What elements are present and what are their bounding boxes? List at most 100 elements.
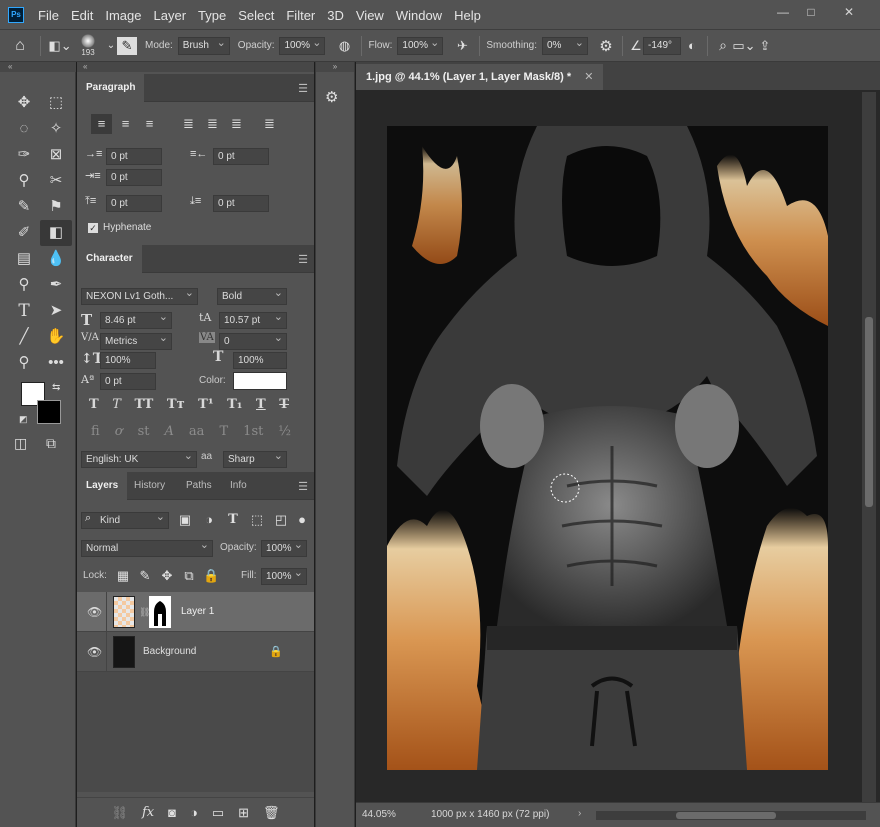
close-window-button[interactable]: ✕ [840,5,858,19]
blur-tool-icon[interactable]: 💧 [40,246,72,272]
chevron-down-icon[interactable]: ⌄ [105,40,117,51]
fractions-button[interactable]: ½ [278,424,291,439]
lasso-tool-icon[interactable]: ◌ [8,116,40,142]
align-right-icon[interactable]: ≡ [139,114,160,134]
panel-menu-icon[interactable]: ☰ [298,253,308,266]
layer-filter-select[interactable]: Kind [81,510,169,529]
underline-button[interactable]: T [256,397,266,412]
layer-row-background[interactable]: 👁 Background 🔒 [77,632,314,672]
align-center-icon[interactable]: ≡ [115,114,136,134]
menu-layer[interactable]: Layer [154,8,187,23]
scroll-thumb[interactable] [676,812,776,819]
menu-edit[interactable]: Edit [71,8,93,23]
magic-wand-tool-icon[interactable]: ✧ [40,116,72,142]
brush-angle-icon[interactable]: ◐ [683,38,701,53]
menu-window[interactable]: Window [396,8,442,23]
filter-toggle-icon[interactable]: ● [297,512,307,528]
paint-brush-tool-icon[interactable]: ✎ [8,194,40,220]
move-tool-icon[interactable]: ✥ [8,90,40,116]
font-family-select[interactable]: NEXON Lv1 Goth... [81,286,198,305]
font-size-input[interactable]: 8.46 pt [100,310,172,329]
faux-bold-button[interactable]: T [89,397,99,412]
gradient-tool-icon[interactable]: ▤ [8,246,40,272]
flow-input[interactable]: 100% [397,35,444,55]
superscript-button[interactable]: T¹ [198,397,213,412]
smart-object-filter-icon[interactable]: ◰ [273,512,289,528]
status-arrow-icon[interactable]: › [578,808,581,819]
mask-icon[interactable]: ◙ [168,805,176,820]
indent-right-input[interactable]: 0 pt [213,148,269,165]
new-layer-icon[interactable]: ⊞ [238,805,249,821]
space-after-input[interactable]: 0 pt [213,195,269,212]
text-color-swatch[interactable] [233,372,287,390]
baseline-shift-input[interactable]: 0 pt [100,373,156,390]
pen-tool-icon[interactable]: ✒ [40,272,72,298]
horizontal-scrollbar[interactable] [596,811,866,820]
layer-mask-thumbnail[interactable] [149,596,171,628]
toolbar-collapse[interactable]: « [0,62,76,72]
link-icon[interactable]: ⛓ [111,805,128,821]
tab-layers[interactable]: Layers [77,472,128,500]
history-brush-tool-icon[interactable]: ✐ [8,220,40,246]
ordinals-button[interactable]: 1st [243,424,263,439]
antialias-select[interactable]: Sharp [223,449,287,468]
menu-type[interactable]: Type [198,8,226,23]
trash-icon[interactable]: 🗑 [263,805,280,821]
brush-settings-icon[interactable]: ✎ [117,36,137,55]
side-collapse[interactable]: » [316,62,354,72]
lock-pixels-icon[interactable]: ✎ [137,568,153,584]
pressure-opacity-icon[interactable]: ◍ [333,38,355,54]
menu-select[interactable]: Select [238,8,274,23]
vertical-scale-input[interactable]: 100% [100,352,156,369]
image-canvas[interactable] [387,126,828,770]
opacity-input[interactable]: 100% [279,35,326,55]
type-tool-icon[interactable]: T [8,298,40,324]
eyedropper-tool-icon[interactable]: ⚲ [8,168,40,194]
folder-icon[interactable]: ▭ [212,805,224,821]
menu-file[interactable]: File [38,8,59,23]
fill-input[interactable]: 100% [261,566,307,585]
eraser-tool-preset-icon[interactable]: ◧⌄ [47,38,73,54]
properties-panel-icon[interactable]: ⚙ [325,88,338,106]
lock-artboard-icon[interactable]: ⧉ [181,568,197,584]
angle-input[interactable]: -149° [642,36,681,55]
lock-position-icon[interactable]: ✥ [159,568,175,584]
zoom-tool-icon[interactable]: ⚲ [8,350,40,376]
horizontal-scale-input[interactable]: 100% [233,352,287,369]
all-caps-button[interactable]: TT [134,397,153,412]
justify-right-icon[interactable]: ≣ [226,114,247,134]
frame-tool-icon[interactable]: ⊠ [40,142,72,168]
layer-opacity-input[interactable]: 100% [261,538,307,557]
quick-mask-icon[interactable]: ◫ [14,435,27,452]
path-select-tool-icon[interactable]: ➤ [40,298,72,324]
faux-italic-button[interactable]: T [112,397,121,412]
default-colors-icon[interactable]: ◩ [19,414,28,425]
tracking-select[interactable]: 0 [219,331,287,350]
eraser-tool-icon[interactable]: ◧ [40,220,72,246]
type-filter-icon[interactable]: T [225,512,241,528]
maximize-button[interactable]: □ [802,5,820,19]
panels-collapse[interactable]: « [77,62,314,72]
small-caps-button[interactable]: Tт [167,397,185,412]
brush-tool-icon[interactable]: ✑ [8,142,40,168]
share-icon[interactable]: ⇪ [756,38,774,54]
tab-history[interactable]: History [125,472,174,500]
justify-left-icon[interactable]: ≣ [178,114,199,134]
dodge-tool-icon[interactable]: ⚲ [8,272,40,298]
adjustment-filter-icon[interactable]: ◑ [201,512,217,528]
adjustment-icon[interactable]: ◑ [190,805,198,820]
indent-left-input[interactable]: 0 pt [106,148,162,165]
home-icon[interactable]: ⌂ [6,37,34,55]
tab-info[interactable]: Info [221,472,256,500]
brush-size-picker[interactable]: 193 [73,34,103,57]
menu-view[interactable]: View [356,8,384,23]
close-tab-icon[interactable]: ✕ [584,71,593,83]
stylistic-alternates-button[interactable]: aa [189,424,205,439]
marquee-tool-icon[interactable]: ⬚ [40,90,72,116]
tab-character[interactable]: Character [77,245,142,273]
old-style-button[interactable]: ơ [115,424,123,439]
layer-name[interactable]: Background [143,646,196,657]
blend-mode-select[interactable]: Normal [81,538,213,557]
kerning-select[interactable]: Metrics [100,331,172,350]
airbrush-icon[interactable]: ✈ [451,38,473,54]
